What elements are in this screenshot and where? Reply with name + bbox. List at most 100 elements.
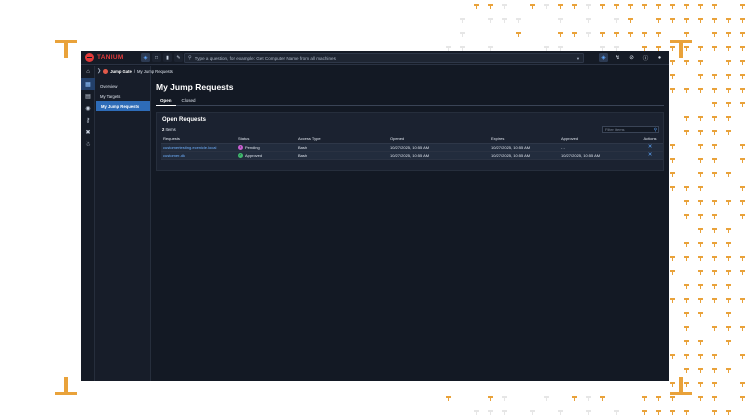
- tab-closed[interactable]: Closed: [178, 97, 200, 106]
- t-pattern-mark: [726, 102, 731, 107]
- search-input[interactable]: Type a question, for example: Get Comput…: [195, 56, 576, 61]
- chart-icon[interactable]: ▮: [163, 53, 172, 62]
- t-pattern-mark: [684, 340, 689, 345]
- request-link[interactable]: customer-dk: [161, 151, 236, 159]
- t-pattern-mark: [530, 4, 535, 9]
- user-icon[interactable]: ●: [655, 53, 664, 62]
- column-header-expires[interactable]: Expires: [489, 135, 559, 143]
- t-pattern-mark: [740, 144, 745, 149]
- t-pattern-mark: [628, 4, 633, 9]
- t-pattern-mark: [712, 382, 717, 387]
- key-icon[interactable]: ⚷: [81, 114, 95, 126]
- t-pattern-mark: [712, 158, 717, 163]
- ban-icon[interactable]: ⊘: [627, 53, 636, 62]
- column-header-requests[interactable]: Requests: [161, 135, 236, 143]
- t-pattern-mark: [740, 18, 745, 23]
- t-pattern-mark: [698, 312, 703, 317]
- t-pattern-mark: [614, 32, 619, 37]
- column-header-status[interactable]: Status: [236, 135, 296, 143]
- t-pattern-mark: [628, 32, 633, 37]
- t-pattern-mark: [712, 74, 717, 79]
- toolbar-left-icons: ◈ □ ▮ ✎: [141, 53, 183, 62]
- column-header-opened[interactable]: Opened: [388, 135, 489, 143]
- t-pattern-mark: [502, 18, 507, 23]
- sidebar-item-my-jump-requests[interactable]: My Jump Requests: [96, 101, 150, 111]
- filter-placeholder: Filter items: [605, 127, 654, 132]
- t-pattern-mark: [502, 4, 507, 9]
- t-pattern-mark: [558, 410, 563, 415]
- t-pattern-mark: [670, 88, 675, 93]
- bug-icon[interactable]: ☃: [81, 138, 95, 150]
- t-pattern-mark: [670, 270, 675, 275]
- shield-icon[interactable]: ◈: [599, 53, 608, 62]
- t-pattern-mark: [614, 18, 619, 23]
- grid-icon[interactable]: ▦: [81, 78, 95, 90]
- filter-input[interactable]: Filter items ⚲: [602, 126, 659, 133]
- globe-icon[interactable]: ◉: [81, 102, 95, 114]
- column-header-approved[interactable]: Approved: [559, 135, 635, 143]
- cancel-request-button[interactable]: ✕: [635, 143, 663, 151]
- t-pattern-mark: [698, 46, 703, 51]
- corner-bracket-top-left: [55, 40, 77, 62]
- t-pattern-mark: [614, 410, 619, 415]
- breadcrumb-module[interactable]: Jump Gate: [110, 69, 132, 74]
- t-pattern-mark: [726, 46, 731, 51]
- close-icon: ✕: [648, 144, 653, 150]
- t-pattern-mark: [740, 214, 745, 219]
- t-pattern-mark: [698, 158, 703, 163]
- t-pattern-mark: [712, 354, 717, 359]
- t-pattern-mark: [684, 354, 689, 359]
- t-pattern-mark: [726, 200, 731, 205]
- shield-icon[interactable]: ◈: [141, 53, 150, 62]
- table-row[interactable]: customer-dk ✓ Approved Bash 10/27/2025, 1…: [161, 151, 663, 159]
- t-pattern-mark: [586, 18, 591, 23]
- t-pattern-mark: [740, 4, 745, 9]
- item-count-number: 2: [162, 127, 164, 132]
- tanium-logo-icon: [85, 53, 94, 62]
- t-pattern-mark: [684, 410, 689, 415]
- t-pattern-mark: [740, 396, 745, 401]
- t-pattern-mark: [502, 410, 507, 415]
- t-pattern-mark: [600, 4, 605, 9]
- t-pattern-mark: [712, 4, 717, 9]
- breadcrumb-separator: /: [134, 69, 135, 74]
- tools-icon[interactable]: ✖: [81, 126, 95, 138]
- t-pattern-mark: [726, 410, 731, 415]
- t-pattern-mark: [726, 88, 731, 93]
- t-pattern-mark: [712, 270, 717, 275]
- toolbar-right-icons: ◈ ↯ ⊘ ⓘ ●: [599, 53, 664, 62]
- question-search-bar[interactable]: ⚲ Type a question, for example: Get Comp…: [184, 53, 584, 63]
- t-pattern-mark: [712, 144, 717, 149]
- request-link[interactable]: customertesting.ecenicle.local: [161, 143, 236, 151]
- chat-icon[interactable]: □: [152, 53, 161, 62]
- pin-icon[interactable]: ❯: [97, 68, 101, 74]
- t-pattern-mark: [586, 396, 591, 401]
- chevron-down-icon[interactable]: ▼: [576, 56, 580, 61]
- table-row[interactable]: customertesting.ecenicle.local • Pending …: [161, 143, 663, 151]
- t-pattern-mark: [726, 340, 731, 345]
- t-pattern-mark: [684, 200, 689, 205]
- status-text: Approved: [245, 153, 262, 158]
- sidebar-item-overview[interactable]: Overview: [95, 81, 151, 91]
- tanium-logo[interactable]: TANIUM: [85, 53, 124, 62]
- home-icon[interactable]: ⌂: [81, 66, 95, 78]
- t-pattern-mark: [684, 312, 689, 317]
- lightning-icon[interactable]: ↯: [613, 53, 622, 62]
- t-pattern-mark: [558, 4, 563, 9]
- opened-cell: 10/27/2025, 10:55 AM: [388, 151, 489, 159]
- column-header-actions: Actions: [635, 135, 663, 143]
- tab-open[interactable]: Open: [156, 97, 176, 106]
- t-pattern-mark: [684, 18, 689, 23]
- sidebar-item-my-targets[interactable]: My Targets: [95, 91, 151, 101]
- search-icon[interactable]: ⚲: [654, 127, 657, 133]
- t-pattern-mark: [600, 396, 605, 401]
- t-pattern-mark: [614, 4, 619, 9]
- search-icon: ⚲: [188, 55, 192, 61]
- chart-icon[interactable]: ▤: [81, 90, 95, 102]
- info-icon[interactable]: ⓘ: [641, 53, 650, 62]
- pencil-icon[interactable]: ✎: [174, 53, 183, 62]
- t-pattern-mark: [670, 256, 675, 261]
- cancel-request-button[interactable]: ✕: [635, 151, 663, 159]
- t-pattern-mark: [670, 396, 675, 401]
- column-header-access-type[interactable]: Access Type: [296, 135, 388, 143]
